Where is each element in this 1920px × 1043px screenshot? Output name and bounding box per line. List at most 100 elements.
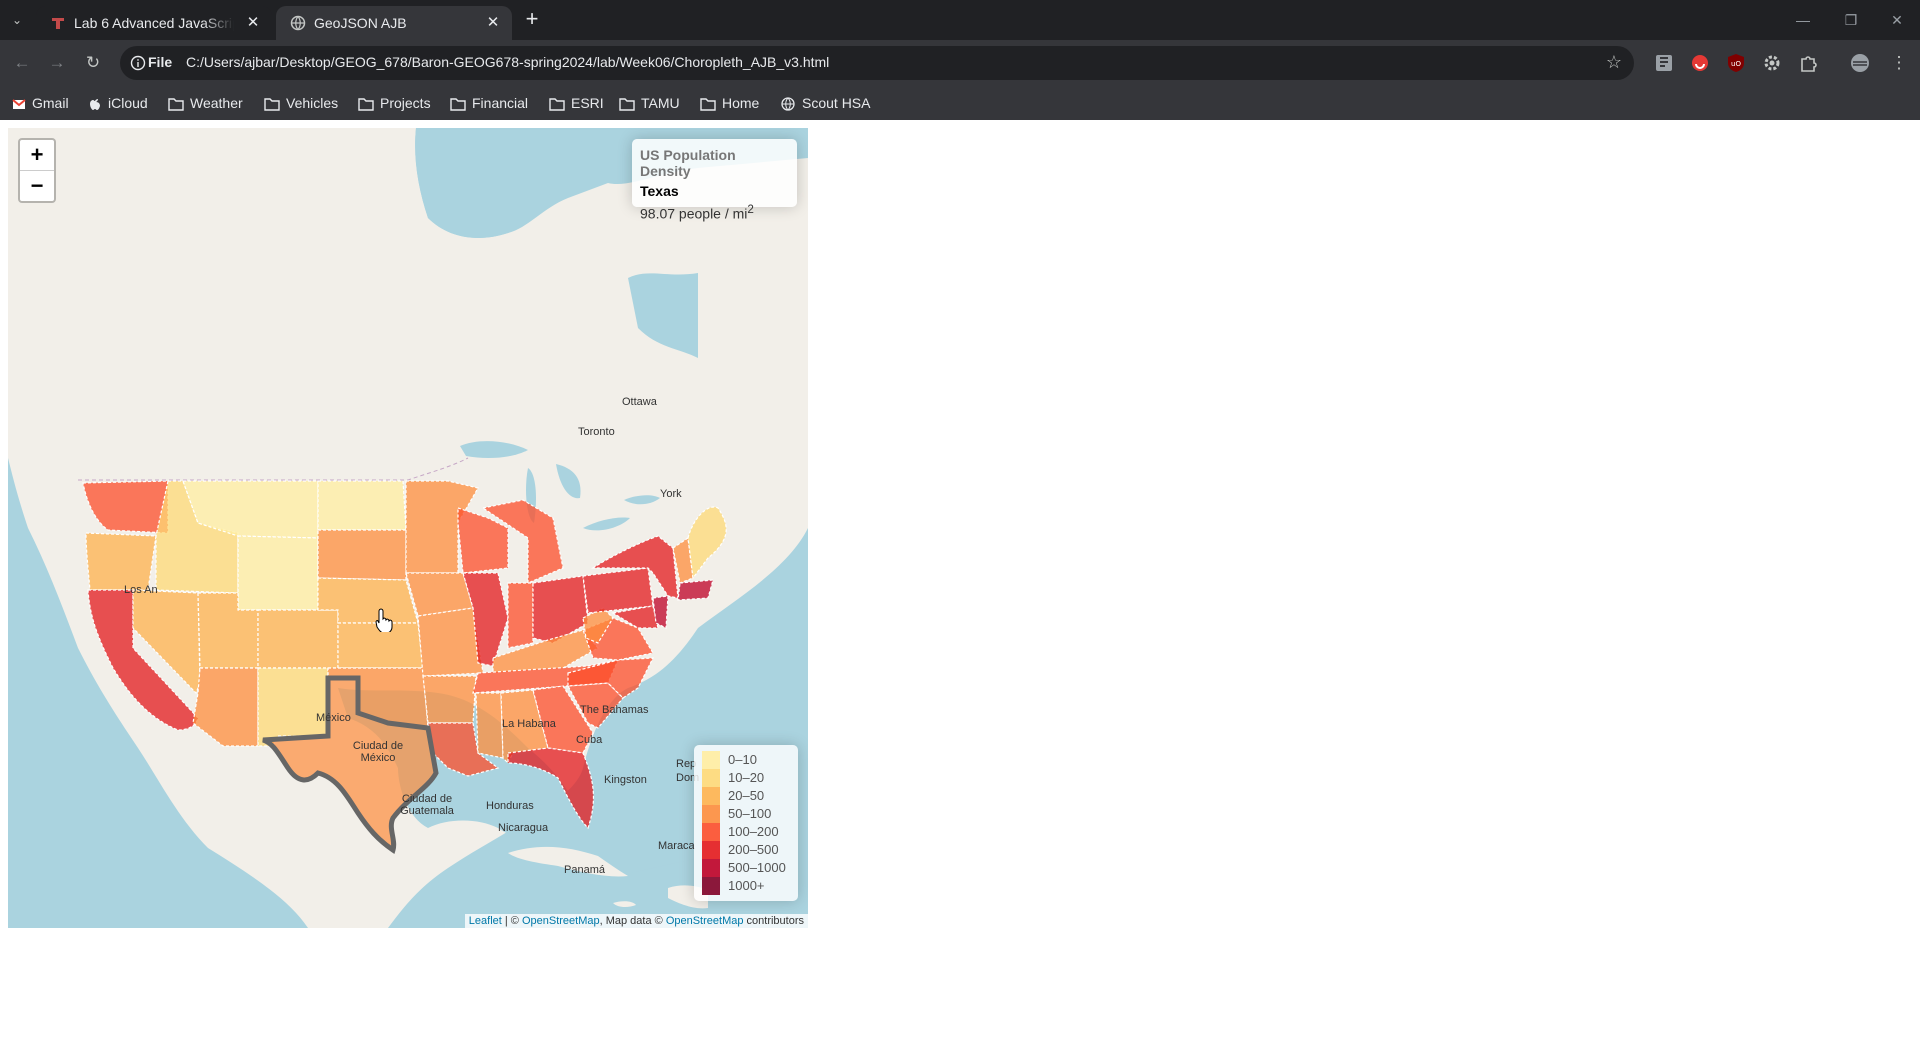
forward-icon[interactable]: → bbox=[46, 52, 68, 74]
label-nicaragua: Nicaragua bbox=[498, 822, 549, 834]
address-bar[interactable]: File C:/Users/ajbar/Desktop/GEOG_678/Bar… bbox=[120, 46, 1634, 80]
legend-swatch bbox=[702, 751, 720, 769]
bookmark-home[interactable]: Home bbox=[700, 92, 759, 114]
label-la-habana: La Habana bbox=[502, 718, 556, 730]
toolbar: ← → ↻ File C:/Users/ajbar/Desktop/GEOG_6… bbox=[0, 40, 1920, 86]
legend-row: 10–20 bbox=[702, 769, 790, 787]
url-scheme-chip: File bbox=[148, 54, 173, 70]
label-bahamas: The Bahamas bbox=[580, 704, 649, 716]
bookmark-label: Home bbox=[722, 95, 760, 111]
state-north-dakota[interactable] bbox=[317, 480, 407, 531]
legend: 0–10 10–20 20–50 50–100 100–200 200–500 … bbox=[694, 745, 798, 901]
info-density: 98.07 people / mi2 bbox=[640, 203, 789, 222]
tab-title: GeoJSON AJB bbox=[314, 15, 407, 31]
choropleth-map[interactable]: Ottawa Toronto York Los An México Ciudad… bbox=[8, 128, 808, 928]
legend-row: 500–1000 bbox=[702, 859, 790, 877]
osm-link-2[interactable]: OpenStreetMap bbox=[666, 915, 744, 927]
tamu-favicon-icon bbox=[52, 18, 64, 29]
close-tab-icon[interactable]: ✕ bbox=[484, 14, 502, 32]
bookmark-scout-hsa[interactable]: Scout HSA bbox=[780, 92, 870, 114]
state-colorado[interactable] bbox=[257, 609, 339, 669]
state-arkansas[interactable] bbox=[422, 675, 477, 724]
minimize-icon[interactable]: — bbox=[1788, 8, 1818, 32]
label-toronto: Toronto bbox=[578, 426, 615, 438]
extensions-puzzle-icon[interactable] bbox=[1798, 53, 1818, 73]
tab-geojson[interactable]: GeoJSON AJB ✕ bbox=[276, 6, 512, 40]
label-los-angeles: Los An bbox=[124, 584, 158, 596]
state-mississippi[interactable] bbox=[475, 692, 504, 759]
new-tab-button[interactable]: + bbox=[520, 8, 544, 32]
attribution: Leaflet | © OpenStreetMap, Map data © Op… bbox=[464, 914, 808, 928]
gmail-icon bbox=[12, 99, 26, 109]
state-pennsylvania[interactable] bbox=[582, 567, 654, 614]
settings-gear-icon[interactable] bbox=[1762, 53, 1782, 73]
info-icon bbox=[130, 55, 146, 71]
state-washington[interactable] bbox=[82, 480, 169, 534]
bookmark-icloud[interactable]: iCloud bbox=[88, 92, 148, 114]
state-florida[interactable] bbox=[507, 747, 594, 830]
legend-label: 200–500 bbox=[728, 842, 779, 857]
legend-row: 1000+ bbox=[702, 877, 790, 895]
legend-label: 500–1000 bbox=[728, 860, 786, 875]
zoom-in-button[interactable]: + bbox=[20, 140, 54, 171]
legend-row: 0–10 bbox=[702, 751, 790, 769]
info-heading: US Population Density bbox=[640, 147, 736, 179]
label-maracaibo: Maraca bbox=[658, 840, 695, 852]
label-panama: Panamá bbox=[564, 864, 605, 876]
profile-avatar-icon[interactable] bbox=[1850, 53, 1870, 73]
folder-icon bbox=[700, 98, 716, 111]
bookmark-label: ESRI bbox=[571, 95, 604, 111]
state-indiana[interactable] bbox=[507, 582, 534, 649]
legend-row: 200–500 bbox=[702, 841, 790, 859]
folder-icon bbox=[358, 98, 374, 111]
bookmark-gmail[interactable]: Gmail bbox=[12, 92, 69, 114]
legend-swatch bbox=[702, 823, 720, 841]
bookmark-label: Gmail bbox=[32, 95, 69, 111]
menu-kebab-icon[interactable]: ⋮ bbox=[1888, 52, 1910, 74]
bookmark-star-icon[interactable]: ☆ bbox=[1606, 52, 1622, 73]
bookmark-vehicles[interactable]: Vehicles bbox=[264, 92, 338, 114]
bookmark-label: TAMU bbox=[641, 95, 680, 111]
label-mexico: México bbox=[316, 712, 351, 724]
extension-red-circle-icon[interactable] bbox=[1690, 53, 1710, 73]
label-honduras: Honduras bbox=[486, 800, 534, 812]
legend-label: 10–20 bbox=[728, 770, 765, 785]
back-icon[interactable]: ← bbox=[11, 52, 33, 74]
info-density-unit-sup: 2 bbox=[747, 203, 754, 216]
state-wyoming[interactable] bbox=[237, 535, 319, 611]
tab-lab6[interactable]: Lab 6 Advanced JavaScript ✕ bbox=[36, 6, 272, 40]
bookmark-tamu[interactable]: TAMU bbox=[619, 92, 680, 114]
leaflet-link[interactable]: Leaflet bbox=[469, 915, 502, 927]
url-text[interactable]: C:/Users/ajbar/Desktop/GEOG_678/Baron-GE… bbox=[186, 54, 829, 70]
globe-icon bbox=[781, 97, 795, 111]
bookmark-esri[interactable]: ESRI bbox=[549, 92, 604, 114]
state-south-dakota[interactable] bbox=[317, 529, 407, 581]
extension-reader-icon[interactable] bbox=[1654, 53, 1674, 73]
svg-text:uO: uO bbox=[1731, 60, 1741, 68]
folder-icon bbox=[168, 98, 184, 111]
tab-search-dropdown-icon[interactable]: ⌄ bbox=[6, 10, 28, 30]
legend-swatch bbox=[702, 769, 720, 787]
bookmark-financial[interactable]: Financial bbox=[450, 92, 528, 114]
bookmark-weather[interactable]: Weather bbox=[168, 92, 243, 114]
ublock-origin-icon[interactable]: uO bbox=[1726, 53, 1746, 73]
restore-icon[interactable]: ❐ bbox=[1836, 8, 1866, 32]
state-oregon[interactable] bbox=[85, 532, 157, 591]
state-arizona[interactable] bbox=[192, 667, 259, 747]
info-density-value: 98.07 people / mi bbox=[640, 205, 748, 222]
close-window-icon[interactable]: ✕ bbox=[1882, 8, 1912, 32]
state-missouri[interactable] bbox=[417, 607, 484, 677]
zoom-out-button[interactable]: − bbox=[20, 171, 54, 201]
state-maine[interactable] bbox=[687, 506, 727, 580]
legend-swatch bbox=[702, 841, 720, 859]
legend-swatch bbox=[702, 787, 720, 805]
reload-icon[interactable]: ↻ bbox=[82, 52, 104, 74]
close-tab-icon[interactable]: ✕ bbox=[244, 14, 262, 32]
folder-icon bbox=[450, 98, 466, 111]
bookmarks-bar: Gmail iCloud Weather Vehicles Projects F… bbox=[0, 86, 1920, 120]
apple-icon bbox=[90, 99, 100, 110]
bookmark-projects[interactable]: Projects bbox=[358, 92, 431, 114]
osm-link[interactable]: OpenStreetMap bbox=[522, 915, 600, 927]
state-massachusetts[interactable] bbox=[677, 579, 714, 601]
folder-icon bbox=[264, 98, 280, 111]
